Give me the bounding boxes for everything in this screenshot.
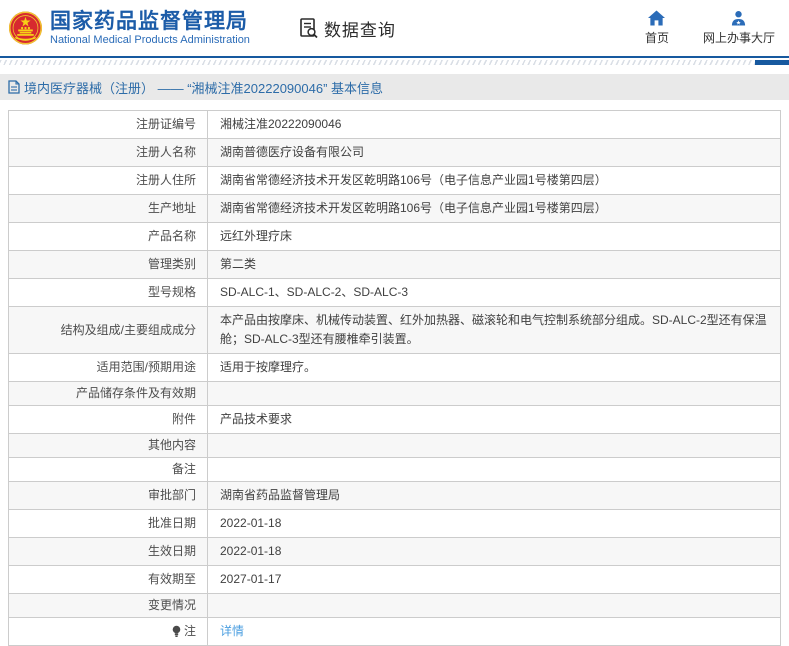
row-label: 产品储存条件及有效期 xyxy=(9,382,208,405)
row-label: 批准日期 xyxy=(9,510,208,537)
table-row-storage-conditions: 产品储存条件及有效期 xyxy=(9,382,780,406)
table-row-registrant-name: 注册人名称 湖南普德医疗设备有限公司 xyxy=(9,139,780,167)
document-search-icon xyxy=(300,18,318,39)
row-value: 远红外理疗床 xyxy=(220,229,293,243)
row-value: 2022-01-18 xyxy=(220,544,282,558)
row-value: 产品技术要求 xyxy=(220,412,293,426)
org-name-en: National Medical Products Administration xyxy=(50,33,250,46)
row-label: 注 xyxy=(9,618,208,645)
table-row-approval-date: 批准日期 2022-01-18 xyxy=(9,510,780,538)
striped-divider xyxy=(0,60,789,65)
row-value: 适用于按摩理疗。 xyxy=(220,360,317,374)
nav-home[interactable]: 首页 xyxy=(645,10,669,46)
data-query-title: 数据查询 xyxy=(298,16,396,41)
row-label: 有效期至 xyxy=(9,566,208,593)
row-label: 结构及组成/主要组成成分 xyxy=(9,307,208,353)
row-value xyxy=(208,382,780,405)
org-name-zh: 国家药品监督管理局 xyxy=(50,9,248,33)
row-label: 型号规格 xyxy=(9,279,208,306)
table-row-registrant-address: 注册人住所 湖南省常德经济技术开发区乾明路106号（电子信息产业园1号楼第四层） xyxy=(9,167,780,195)
row-label: 产品名称 xyxy=(9,223,208,250)
table-row-structure-composition: 结构及组成/主要组成成分 本产品由按摩床、机械传动装置、红外加热器、磁滚轮和电气… xyxy=(9,307,780,354)
table-row-intended-use: 适用范围/预期用途 适用于按摩理疗。 xyxy=(9,354,780,382)
table-row-attachment: 附件 产品技术要求 xyxy=(9,406,780,434)
row-value: 2027-01-17 xyxy=(220,572,282,586)
nav-home-label: 首页 xyxy=(644,31,669,45)
table-row-remarks: 备注 xyxy=(9,458,780,482)
nav-online-hall[interactable]: 网上办事大厅 xyxy=(703,10,775,46)
table-row-model-spec: 型号规格 SD-ALC-1、SD-ALC-2、SD-ALC-3 xyxy=(9,279,780,307)
table-row-expiry-date: 有效期至 2027-01-17 xyxy=(9,566,780,594)
logo-group: 国家药品监督管理局 National Medical Products Admi… xyxy=(8,10,250,47)
site-header: 国家药品监督管理局 National Medical Products Admi… xyxy=(0,0,789,58)
row-value: 湖南普德医疗设备有限公司 xyxy=(220,145,365,159)
row-value xyxy=(208,434,780,457)
row-label: 审批部门 xyxy=(9,482,208,509)
row-label: 变更情况 xyxy=(9,594,208,617)
data-query-label: 数据查询 xyxy=(323,20,396,40)
table-row-production-address: 生产地址 湖南省常德经济技术开发区乾明路106号（电子信息产业园1号楼第四层） xyxy=(9,195,780,223)
row-label: 管理类别 xyxy=(9,251,208,278)
row-value: 2022-01-18 xyxy=(220,516,282,530)
document-icon xyxy=(8,80,20,94)
row-value xyxy=(208,458,780,481)
row-value: 湖南省常德经济技术开发区乾明路106号（电子信息产业园1号楼第四层） xyxy=(220,173,607,187)
row-label: 注册人住所 xyxy=(9,167,208,194)
nav-online-hall-label: 网上办事大厅 xyxy=(702,31,775,45)
row-value: 湖南省常德经济技术开发区乾明路106号（电子信息产业园1号楼第四层） xyxy=(220,201,607,215)
row-label: 生效日期 xyxy=(9,538,208,565)
table-row-change-status: 变更情况 xyxy=(9,594,780,618)
row-label: 生产地址 xyxy=(9,195,208,222)
row-value: 湘械注准20222090046 xyxy=(220,117,342,131)
breadcrumb-text: 境内医疗器械（注册） —— “湘械注准20222090046” 基本信息 xyxy=(24,80,384,96)
row-value: 湖南省药品监督管理局 xyxy=(220,488,341,502)
table-row-effective-date: 生效日期 2022-01-18 xyxy=(9,538,780,566)
registration-detail-table: 注册证编号 湘械注准20222090046 注册人名称 湖南普德医疗设备有限公司… xyxy=(8,110,781,646)
row-label: 注册人名称 xyxy=(9,139,208,166)
table-row-management-category: 管理类别 第二类 xyxy=(9,251,780,279)
org-names: 国家药品监督管理局 National Medical Products Admi… xyxy=(50,10,250,47)
table-row-approval-department: 审批部门 湖南省药品监督管理局 xyxy=(9,482,780,510)
table-row-other-content: 其他内容 xyxy=(9,434,780,458)
row-label: 适用范围/预期用途 xyxy=(9,354,208,381)
row-value xyxy=(208,594,780,617)
row-label: 注册证编号 xyxy=(9,111,208,138)
table-row-product-name: 产品名称 远红外理疗床 xyxy=(9,223,780,251)
divider-end-block xyxy=(755,60,789,65)
row-value: 第二类 xyxy=(220,257,257,271)
row-value: 详情 xyxy=(208,618,780,645)
person-icon xyxy=(732,11,746,26)
note-label: 注 xyxy=(183,624,196,638)
row-value: SD-ALC-1、SD-ALC-2、SD-ALC-3 xyxy=(220,285,409,299)
row-value: 本产品由按摩床、机械传动装置、红外加热器、磁滚轮和电气控制系统部分组成。SD-A… xyxy=(220,313,767,346)
home-icon xyxy=(648,10,666,26)
table-row-registration-no: 注册证编号 湘械注准20222090046 xyxy=(9,111,780,139)
bulb-icon xyxy=(172,625,181,637)
details-link[interactable]: 详情 xyxy=(220,622,244,641)
table-row-note: 注 详情 xyxy=(9,618,780,646)
row-label: 备注 xyxy=(9,458,208,481)
row-label: 其他内容 xyxy=(9,434,208,457)
row-label: 附件 xyxy=(9,406,208,433)
national-emblem-logo xyxy=(8,11,43,45)
breadcrumb-bar: 境内医疗器械（注册） —— “湘械注准20222090046” 基本信息 xyxy=(0,74,789,100)
